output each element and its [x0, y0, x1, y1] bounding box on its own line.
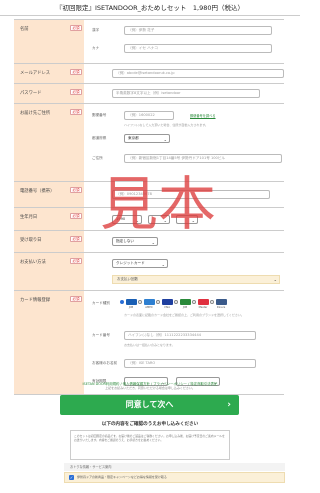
- payment-row: お支払い方法 必須 クレジットカード ⌄ お支払い回数 ⌄: [14, 253, 284, 291]
- page-title: 『初回限定』ISETANDOOR_おためしセット 1,980円（税込）: [0, 0, 300, 16]
- name-kanji-label: 漢字: [92, 28, 100, 32]
- radio-icon[interactable]: [174, 300, 178, 304]
- option-label: おトクな情報・サービス案内: [64, 463, 285, 471]
- card-logo-icon: [197, 299, 209, 305]
- card-brand-option[interactable]: JCB: [120, 299, 138, 309]
- checkbox-checked-icon[interactable]: ✓: [69, 475, 74, 480]
- card-brand-option[interactable]: JCB: [174, 299, 192, 309]
- required-badge: 必須: [70, 258, 82, 264]
- chevron-down-icon: ⌄: [151, 240, 155, 245]
- required-badge: 必須: [70, 25, 82, 31]
- name-kanji-input[interactable]: （例）伊勢 花子: [124, 26, 272, 35]
- payment-label: お支払い方法: [20, 260, 46, 265]
- birthdate-label: 生年月日: [20, 215, 38, 220]
- prefecture-select[interactable]: 東京都 ⌄: [124, 134, 170, 143]
- address-label: お届け先ご住所: [20, 111, 51, 116]
- card-brand-option[interactable]: VISA: [156, 299, 174, 309]
- confirm-heading: 以下の内容をご確認のうえお申し込みください: [101, 422, 199, 427]
- required-badge: 必須: [70, 187, 82, 193]
- card-brand-name: JCB: [182, 306, 188, 309]
- required-badge: 必須: [70, 213, 82, 219]
- street-address-label: ご住所: [92, 156, 103, 160]
- card-number-note: お支払いは一括払いのみとなります。: [124, 343, 175, 347]
- email-field[interactable]: （例）abcde@isetandooruk.co.jp: [112, 69, 284, 78]
- card-brand-name: JCB: [128, 306, 134, 309]
- delivery-date-select[interactable]: 指定しない ⌄: [112, 237, 158, 246]
- card-info-label: カード情報登録: [20, 298, 51, 303]
- chevron-down-icon: ⌄: [273, 277, 277, 282]
- card-brand-name: Master: [198, 306, 208, 309]
- sample-watermark: 見本: [100, 170, 217, 238]
- postal-note: ハイフン(-)なしで入力頂いた場合、住所が自動入力されます。: [124, 123, 209, 127]
- radio-icon[interactable]: [156, 300, 160, 304]
- card-brand-note: カードの表面に記載のカード会社をご確認の上、ご利用のブランドを選択してください。: [124, 313, 244, 317]
- name-kana-input[interactable]: （例）イセ ハナコ: [124, 44, 272, 53]
- card-brand-name: Diners: [216, 306, 226, 309]
- chevron-right-icon: ›: [227, 400, 231, 410]
- card-logo-icon: [161, 299, 173, 305]
- required-badge: 必須: [70, 109, 82, 115]
- card-row: カード情報登録 必須 カード種別 JCB AMEX VISA JCB Master Dine…: [14, 291, 284, 395]
- payment-method-select[interactable]: クレジットカード ⌄: [112, 259, 168, 268]
- card-brand-option[interactable]: Master: [192, 299, 210, 309]
- name-kana-label: カナ: [92, 46, 100, 50]
- prefecture-label: 都道府県: [92, 136, 107, 140]
- radio-icon[interactable]: [210, 300, 214, 304]
- required-badge: 必須: [70, 296, 82, 302]
- email-label: メールアドレス: [20, 71, 51, 76]
- card-holder-label: お客様のお名前: [92, 361, 118, 365]
- card-brand-option[interactable]: AMEX: [138, 299, 156, 309]
- card-logo-icon: [143, 299, 155, 305]
- password-field[interactable]: 半角英数字8文字以上（例）isetandoor: [112, 89, 260, 98]
- agree-next-button[interactable]: 同意して次へ ›: [60, 395, 239, 415]
- card-brand-name: VISA: [163, 306, 170, 309]
- radio-icon[interactable]: [138, 300, 142, 304]
- postal-label: 郵便番号: [92, 113, 107, 117]
- chevron-down-icon: ⌄: [163, 137, 167, 142]
- installment-box[interactable]: お支払い回数 ⌄: [112, 275, 280, 284]
- password-row: パスワード 必須 半角英数字8文字以上（例）isetandoor: [14, 84, 284, 104]
- newsletter-option[interactable]: ✓ 伊勢丹ドアの新商品・限定キャンペーンなどお得な情報を受け取る: [64, 472, 285, 483]
- card-holder-input[interactable]: （例）ISE TARO: [124, 359, 256, 368]
- card-logo-icon: [179, 299, 191, 305]
- card-brand-name: AMEX: [145, 306, 153, 309]
- required-badge: 必須: [70, 69, 82, 75]
- radio-icon[interactable]: [192, 300, 196, 304]
- card-logo-icon: [215, 299, 227, 305]
- policy-note: 上記をお読みいただき、同意いただける場合は申し込みください。: [105, 386, 195, 390]
- required-badge: 必須: [70, 236, 82, 242]
- card-brand-label: カード種別: [92, 301, 110, 305]
- card-number-label: カード番号: [92, 333, 110, 337]
- confirm-textbox[interactable]: このセットは初回限定の商品です。お届け後のご返品はご容赦ください。お申し込み後、…: [70, 430, 230, 460]
- password-label: パスワード: [20, 91, 42, 96]
- name-row: 名前 必須 漢字 （例）伊勢 花子 カナ （例）イセ ハナコ: [14, 20, 284, 64]
- name-label: 名前: [20, 27, 29, 32]
- card-number-input[interactable]: ハイフン(-)なし（例）1111222233334444: [124, 331, 256, 340]
- card-brand-option[interactable]: Diners: [210, 299, 228, 309]
- card-logo-icon: [125, 299, 137, 305]
- street-address-input[interactable]: （例）新宿区新宿1丁目14番5号 伊勢丹ドア101号 100ビル: [124, 154, 282, 163]
- phone-label: 電話番号（携帯）: [20, 189, 55, 194]
- postal-input[interactable]: （例）1600022: [124, 111, 174, 120]
- chevron-down-icon: ⌄: [161, 262, 165, 267]
- postal-lookup-link[interactable]: 郵便番号を調べる: [190, 113, 216, 118]
- required-badge: 必須: [70, 89, 82, 95]
- radio-icon[interactable]: [120, 300, 124, 304]
- order-form: 名前 必須 漢字 （例）伊勢 花子 カナ （例）イセ ハナコ メールアドレス 必須 …: [14, 19, 284, 395]
- email-row: メールアドレス 必須 （例）abcde@isetandooruk.co.jp: [14, 64, 284, 84]
- delivery-label: 受け取り日: [20, 238, 42, 243]
